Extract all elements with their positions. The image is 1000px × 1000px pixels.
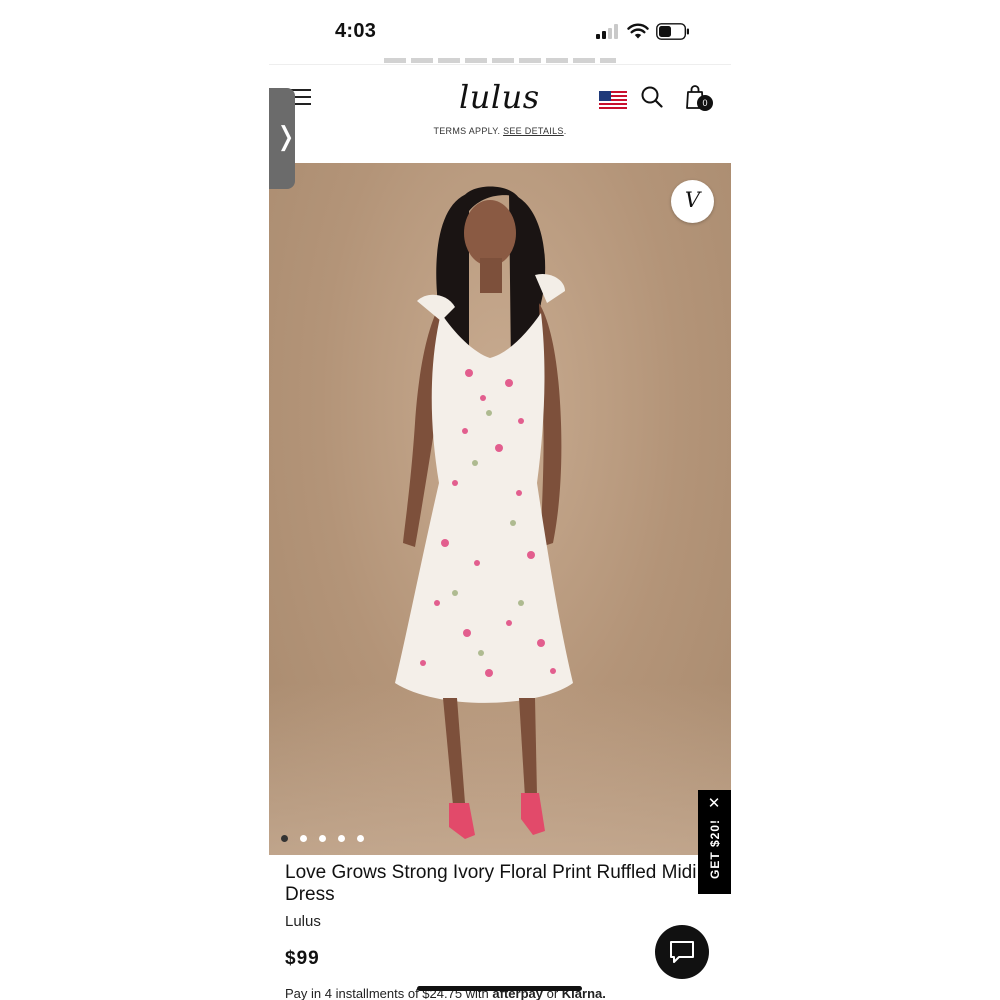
- product-brand[interactable]: Lulus: [285, 913, 321, 930]
- phone-screen: 4:03 lulus 0 TERMS APPLY. SEE DETAILS. V…: [269, 0, 731, 1000]
- side-drawer-tab[interactable]: ❭: [269, 88, 297, 189]
- product-image-carousel[interactable]: V: [269, 163, 731, 855]
- bag-count-badge: 0: [697, 95, 713, 111]
- promo-terms: TERMS APPLY. SEE DETAILS.: [269, 126, 731, 136]
- carousel-dot[interactable]: [319, 835, 326, 842]
- site-header: lulus 0: [269, 64, 731, 128]
- chat-button[interactable]: [655, 925, 709, 979]
- status-bar: 4:03: [269, 0, 731, 62]
- carousel-dot[interactable]: [281, 835, 288, 842]
- brand-logo[interactable]: lulus: [459, 78, 540, 116]
- status-time: 4:03: [335, 20, 377, 42]
- search-icon[interactable]: [641, 86, 663, 108]
- chevron-right-icon: ❭: [275, 121, 297, 151]
- product-price: $99: [285, 948, 320, 969]
- wifi-icon: [627, 23, 649, 39]
- promo-banner-text-cutoff: [384, 58, 616, 63]
- model-wearing-dress-image: [395, 186, 573, 839]
- home-indicator: [417, 986, 582, 991]
- get-discount-label[interactable]: GET $20!: [708, 809, 722, 889]
- favorite-button[interactable]: V: [671, 180, 714, 223]
- heart-v-icon: V: [684, 188, 701, 212]
- cellular-signal-icon: [596, 24, 620, 39]
- product-title: Love Grows Strong Ivory Floral Print Ruf…: [285, 862, 697, 905]
- chat-icon: [670, 941, 694, 963]
- terms-period: .: [563, 126, 567, 136]
- carousel-dot[interactable]: [300, 835, 307, 842]
- carousel-dot[interactable]: [338, 835, 345, 842]
- battery-icon: [656, 23, 689, 40]
- terms-text: TERMS APPLY.: [433, 126, 501, 136]
- carousel-dot[interactable]: [357, 835, 364, 842]
- us-flag-icon[interactable]: [599, 91, 627, 111]
- see-details-link[interactable]: SEE DETAILS: [503, 126, 564, 136]
